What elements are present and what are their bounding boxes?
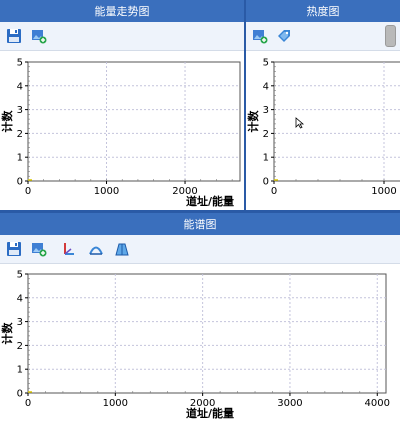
y-tick-label: 1 [17, 365, 23, 376]
fit-curve-button[interactable] [86, 239, 106, 259]
x-tick-label: 1000 [371, 186, 396, 197]
y-axis-label: 计数 [246, 110, 260, 133]
y-tick-label: 1 [263, 153, 269, 164]
spectrum-panel: 能谱图 0 1 2 3 4 5 0 1000 2000 3000 4000 计数… [0, 213, 400, 425]
energy-trend-toolbar [0, 22, 244, 51]
fit-curve-icon [89, 246, 103, 255]
y-tick-label: 4 [17, 293, 23, 304]
tag-icon [278, 30, 290, 42]
peak-marker-icon [64, 243, 74, 255]
spectrum-export-image-button[interactable] [29, 239, 49, 259]
x-axis-label: 道址/能量 [186, 406, 234, 420]
y-tick-label: 2 [263, 129, 269, 140]
y-axis-label: 计数 [0, 110, 14, 133]
spectrum-chart[interactable]: 0123450 1000 2000 3000 4000计数道址/能量 [0, 263, 400, 425]
export-image-icon [32, 243, 47, 257]
plot-area [27, 273, 387, 394]
y-tick-label: 2 [17, 129, 23, 140]
peak-marker-button[interactable] [58, 239, 78, 259]
y-tick-label: 5 [17, 270, 23, 281]
save-icon [7, 242, 21, 256]
spectrum-save-button[interactable] [4, 239, 24, 259]
save-icon [7, 29, 21, 43]
y-tick-label: 5 [263, 58, 269, 69]
y-axis-label: 计数 [0, 322, 14, 345]
y-tick-label: 0 [17, 389, 23, 400]
x-axis-label: 道址/能量 [186, 194, 234, 208]
y-tick-label: 3 [263, 105, 269, 116]
x-tick-label: 3000 [277, 398, 302, 409]
y-tick-label: 3 [17, 317, 23, 328]
x-tick-label: 1000 [103, 398, 128, 409]
region-icon [115, 243, 129, 256]
heatmap-title: 热度图 [246, 0, 400, 23]
heatmap-chart[interactable]: 0 1 2 3 4 5 0 1000 计数 [246, 50, 400, 210]
export-image-icon [32, 30, 47, 44]
spectrum-toolbar [0, 235, 400, 264]
energy-trend-chart[interactable]: 0123450 1000 2000计数道址/能量 [0, 50, 244, 210]
x-tick-label: 0 [271, 186, 277, 197]
y-tick-label: 3 [17, 105, 23, 116]
plot-area [273, 61, 400, 182]
region-button[interactable] [112, 239, 132, 259]
y-tick-label: 0 [17, 177, 23, 188]
x-tick-label: 1000 [94, 186, 119, 197]
heatmap-export-image-button[interactable] [250, 26, 270, 46]
spectrum-title: 能谱图 [0, 213, 400, 236]
export-image-button[interactable] [29, 26, 49, 46]
energy-trend-title: 能量走势图 [0, 0, 244, 23]
x-tick-label: 0 [25, 398, 31, 409]
y-tick-label: 4 [17, 81, 23, 92]
mouse-cursor-icon [295, 117, 305, 129]
heatmap-toolbar [246, 22, 400, 51]
y-tick-label: 2 [17, 341, 23, 352]
toolbar-scroll-handle[interactable] [385, 25, 396, 47]
x-tick-label: 0 [25, 186, 31, 197]
y-tick-label: 4 [263, 81, 269, 92]
y-tick-label: 5 [17, 58, 23, 69]
export-image-icon [253, 30, 268, 44]
y-tick-label: 0 [263, 177, 269, 188]
plot-area [27, 61, 241, 182]
tag-button[interactable] [274, 26, 294, 46]
heatmap-panel: 热度图 0 1 2 3 4 5 0 1000 计数 [246, 0, 400, 210]
y-tick-label: 1 [17, 153, 23, 164]
x-tick-label: 4000 [365, 398, 390, 409]
save-button[interactable] [4, 26, 24, 46]
energy-trend-panel: 能量走势图 0 1 2 3 4 5 0 1000 2000 计数 道址/能量 [0, 0, 244, 210]
